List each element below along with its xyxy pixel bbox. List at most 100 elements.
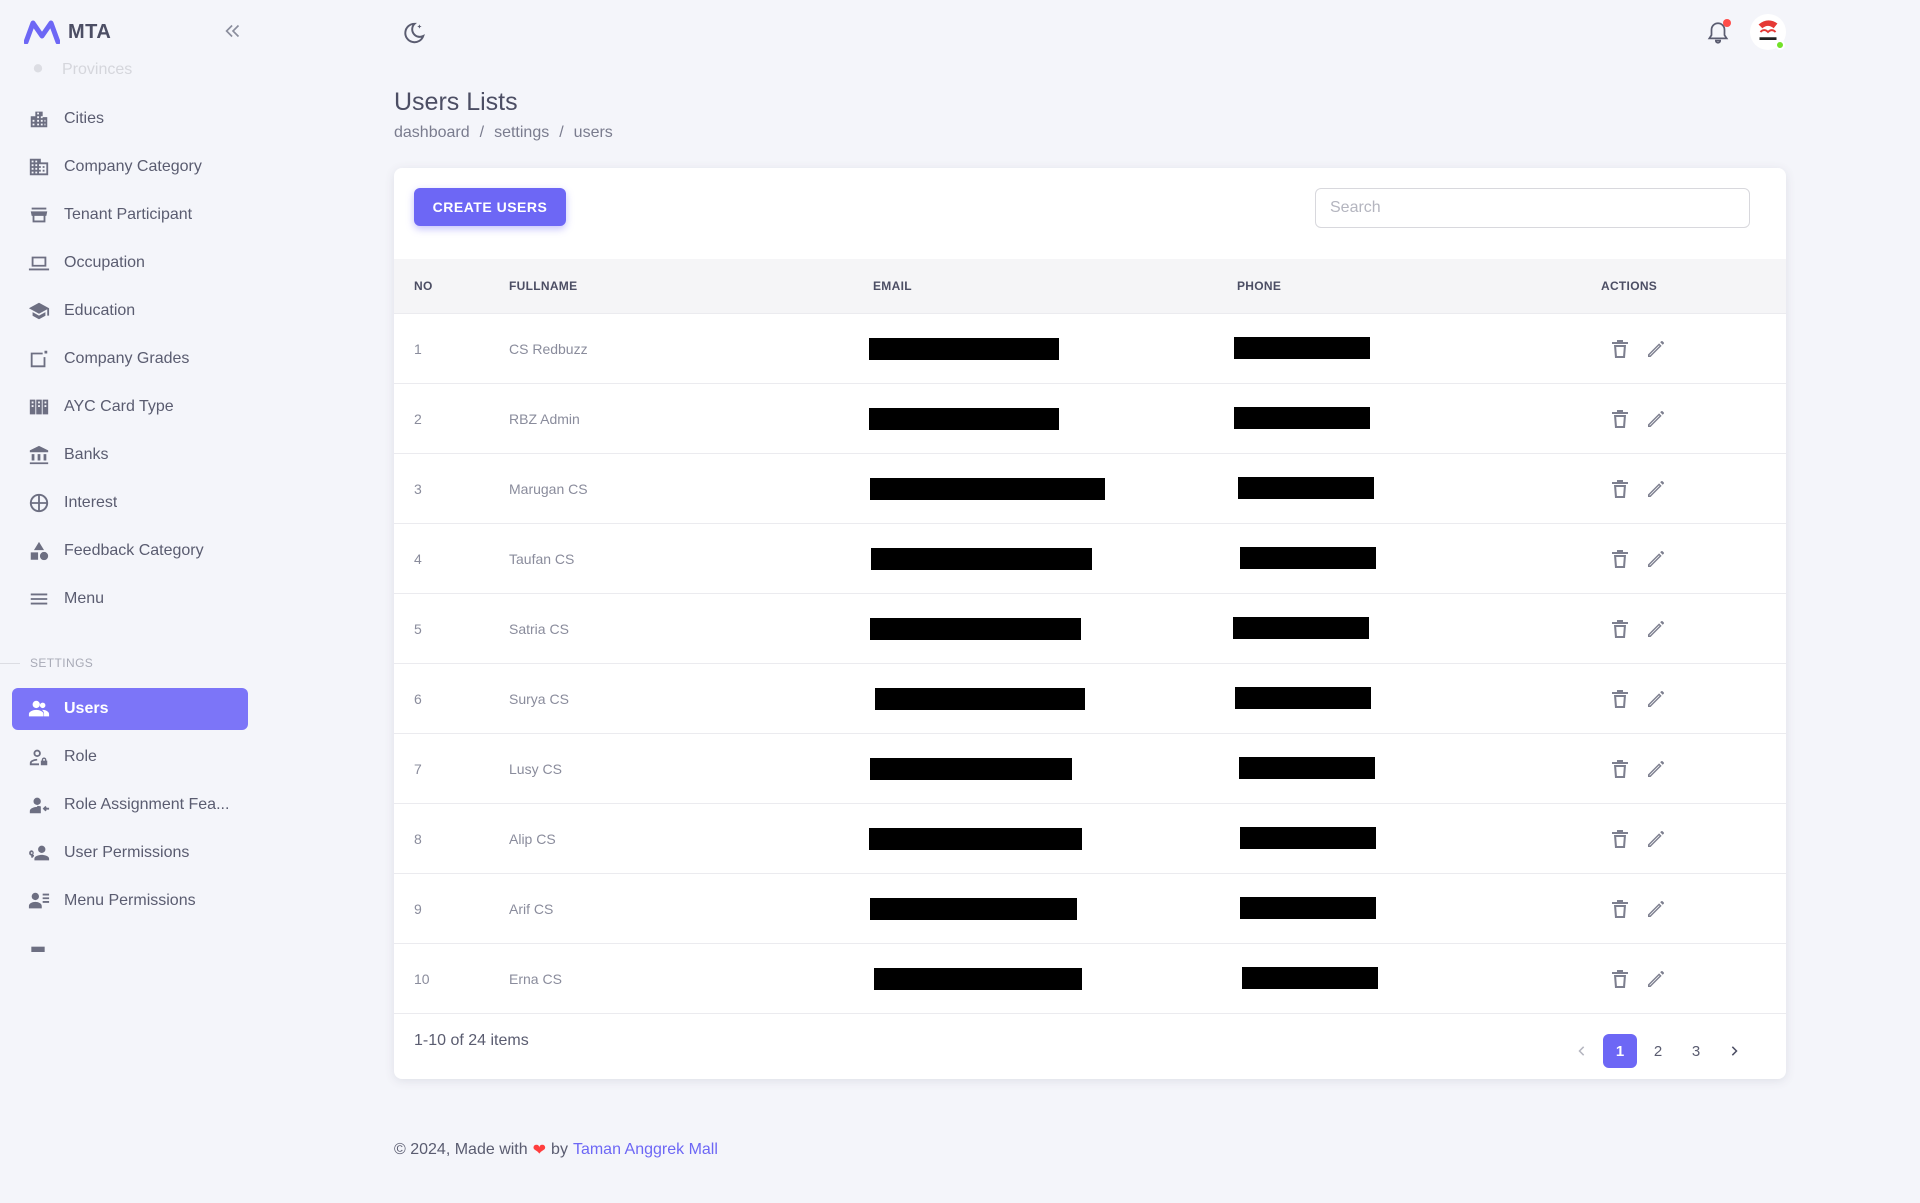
moon-icon xyxy=(404,22,425,44)
trash-icon xyxy=(1612,340,1628,358)
page-button-3[interactable]: 3 xyxy=(1679,1034,1713,1068)
edit-button[interactable] xyxy=(1644,757,1668,781)
delete-button[interactable] xyxy=(1608,687,1632,711)
sidebar-item-label: Role xyxy=(64,748,97,765)
prev-page-button[interactable] xyxy=(1565,1034,1599,1068)
breadcrumb-users: users xyxy=(573,124,613,141)
interest-icon xyxy=(29,493,49,513)
cell-fullname: Marugan CS xyxy=(509,481,588,497)
pencil-icon xyxy=(1648,411,1664,427)
column-header-email: EMAIL xyxy=(873,279,912,293)
pagination-info: 1-10 of 24 items xyxy=(414,1032,529,1049)
sidebar-item-menu-permissions[interactable]: Menu Permissions xyxy=(12,880,248,922)
edit-button[interactable] xyxy=(1644,827,1668,851)
edit-button[interactable] xyxy=(1644,617,1668,641)
trash-icon xyxy=(1612,760,1628,778)
sidebar-item-label: Provinces xyxy=(62,61,133,78)
delete-button[interactable] xyxy=(1608,477,1632,501)
page-title: Users Lists xyxy=(394,88,518,116)
sidebar-item-label: Cities xyxy=(64,110,105,127)
user-lock-icon xyxy=(29,749,48,766)
sidebar-item-role-assignment[interactable]: Role Assignment Fea... xyxy=(12,784,248,826)
user-key-icon xyxy=(29,845,50,861)
create-users-button[interactable]: CREATE USERS xyxy=(414,188,566,226)
page-button-1[interactable]: 1 xyxy=(1603,1034,1637,1068)
delete-button[interactable] xyxy=(1608,547,1632,571)
search-input[interactable] xyxy=(1315,188,1750,228)
breadcrumb-settings[interactable]: settings xyxy=(494,124,549,142)
delete-button[interactable] xyxy=(1608,757,1632,781)
table-row: 6 Surya CS xyxy=(394,664,1786,734)
graduation-cap-icon xyxy=(28,302,50,320)
sidebar-item-role[interactable]: Role xyxy=(12,736,248,778)
next-page-button[interactable] xyxy=(1717,1034,1751,1068)
delete-button[interactable] xyxy=(1608,827,1632,851)
pencil-icon xyxy=(1648,761,1664,777)
sidebar-item-cities[interactable]: Cities xyxy=(12,98,248,140)
sidebar-item-provinces[interactable]: Provinces xyxy=(28,60,132,80)
table-row: 2 RBZ Admin xyxy=(394,384,1786,454)
redacted-email xyxy=(875,688,1085,710)
bank-icon xyxy=(29,445,49,465)
redacted-phone xyxy=(1242,967,1378,989)
theme-toggle-button[interactable] xyxy=(401,20,427,46)
delete-button[interactable] xyxy=(1608,967,1632,991)
users-icon xyxy=(28,700,50,717)
redacted-email xyxy=(874,968,1082,990)
delete-button[interactable] xyxy=(1608,617,1632,641)
sidebar-item-company-category[interactable]: Company Category xyxy=(12,146,248,188)
sidebar-item-label: Occupation xyxy=(64,254,145,271)
redacted-email xyxy=(869,828,1082,850)
store-icon xyxy=(30,207,48,223)
cell-no: 10 xyxy=(414,971,430,987)
edit-button[interactable] xyxy=(1644,687,1668,711)
chevron-left-icon xyxy=(1578,1046,1585,1056)
trash-icon xyxy=(1612,900,1628,918)
page-button-2[interactable]: 2 xyxy=(1641,1034,1675,1068)
edit-button[interactable] xyxy=(1644,337,1668,361)
sidebar-item-menu[interactable]: Menu xyxy=(12,578,248,620)
edit-button[interactable] xyxy=(1644,897,1668,921)
edit-button[interactable] xyxy=(1644,547,1668,571)
sidebar-item-interest[interactable]: Interest xyxy=(12,482,248,524)
sidebar-item-truncated[interactable] xyxy=(28,938,108,952)
delete-button[interactable] xyxy=(1608,407,1632,431)
delete-button[interactable] xyxy=(1608,897,1632,921)
redacted-phone xyxy=(1235,687,1371,709)
edit-button[interactable] xyxy=(1644,407,1668,431)
trash-icon xyxy=(1612,550,1628,568)
breadcrumb-separator: / xyxy=(559,124,564,141)
sidebar-item-feedback-category[interactable]: Feedback Category xyxy=(12,530,248,572)
sidebar-item-occupation[interactable]: Occupation xyxy=(12,242,248,284)
users-table-card: CREATE USERS NO FULLNAME EMAIL PHONE ACT… xyxy=(394,168,1786,1079)
sidebar: MTA Provinces Cities Company Category Te… xyxy=(0,0,260,1203)
sidebar-item-label: AYC Card Type xyxy=(64,398,174,415)
sidebar-item-users[interactable]: Users xyxy=(12,688,248,730)
edit-button[interactable] xyxy=(1644,477,1668,501)
sidebar-item-banks[interactable]: Banks xyxy=(12,434,248,476)
sidebar-item-user-permissions[interactable]: User Permissions xyxy=(12,832,248,874)
brand[interactable]: MTA xyxy=(24,18,111,46)
sidebar-item-tenant-participant[interactable]: Tenant Participant xyxy=(12,194,248,236)
column-header-actions: ACTIONS xyxy=(1601,279,1658,293)
collapse-sidebar-button[interactable] xyxy=(220,18,246,44)
cell-fullname: Arif CS xyxy=(509,901,554,917)
chevron-right-icon xyxy=(1731,1046,1738,1056)
column-header-phone: PHONE xyxy=(1237,279,1282,293)
delete-button[interactable] xyxy=(1608,337,1632,361)
table-row: 5 Satria CS xyxy=(394,594,1786,664)
table-row: 1 CS Redbuzz xyxy=(394,314,1786,384)
column-header-no: NO xyxy=(414,279,433,293)
sidebar-item-ayc-card-type[interactable]: AYC Card Type xyxy=(12,386,248,428)
sidebar-item-label: Company Category xyxy=(64,158,202,175)
cell-no: 4 xyxy=(414,551,422,567)
sidebar-item-company-grades[interactable]: Company Grades xyxy=(12,338,248,380)
sidebar-item-label: Tenant Participant xyxy=(64,206,193,223)
grade-icon xyxy=(30,350,48,368)
redacted-phone xyxy=(1240,827,1376,849)
breadcrumb-dashboard[interactable]: dashboard xyxy=(394,124,470,142)
building-icon xyxy=(29,158,49,176)
footer-link[interactable]: Taman Anggrek Mall xyxy=(573,1141,718,1159)
edit-button[interactable] xyxy=(1644,967,1668,991)
sidebar-item-education[interactable]: Education xyxy=(12,290,248,332)
